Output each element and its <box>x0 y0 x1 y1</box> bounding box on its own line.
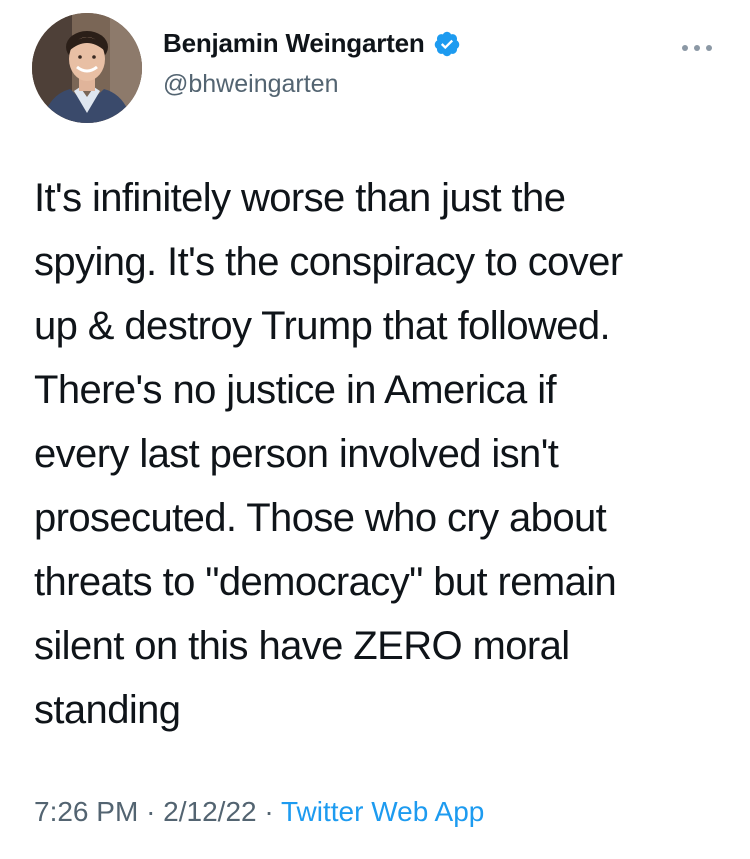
tweet-source-link[interactable]: Twitter Web App <box>281 796 484 827</box>
more-horizontal-icon <box>682 45 712 51</box>
tweet-metadata: 7:26 PM · 2/12/22 · Twitter Web App <box>34 796 484 828</box>
tweet-time[interactable]: 7:26 PM <box>34 796 138 827</box>
verified-badge-icon <box>434 31 459 56</box>
author-handle[interactable]: @bhweingarten <box>163 70 339 99</box>
avatar[interactable] <box>32 13 142 123</box>
tweet-text: It's infinitely worse than just the spyi… <box>34 176 623 732</box>
avatar-photo <box>32 13 142 123</box>
meta-separator: · <box>264 796 274 827</box>
author-display-name[interactable]: Benjamin Weingarten <box>163 28 425 59</box>
tweet-date[interactable]: 2/12/22 <box>163 796 256 827</box>
meta-separator: · <box>146 796 156 827</box>
more-options-button[interactable] <box>672 36 722 60</box>
author-name-row[interactable]: Benjamin Weingarten <box>163 28 461 59</box>
tweet-card: Benjamin Weingarten @bhweingarten It's i… <box>0 0 750 859</box>
